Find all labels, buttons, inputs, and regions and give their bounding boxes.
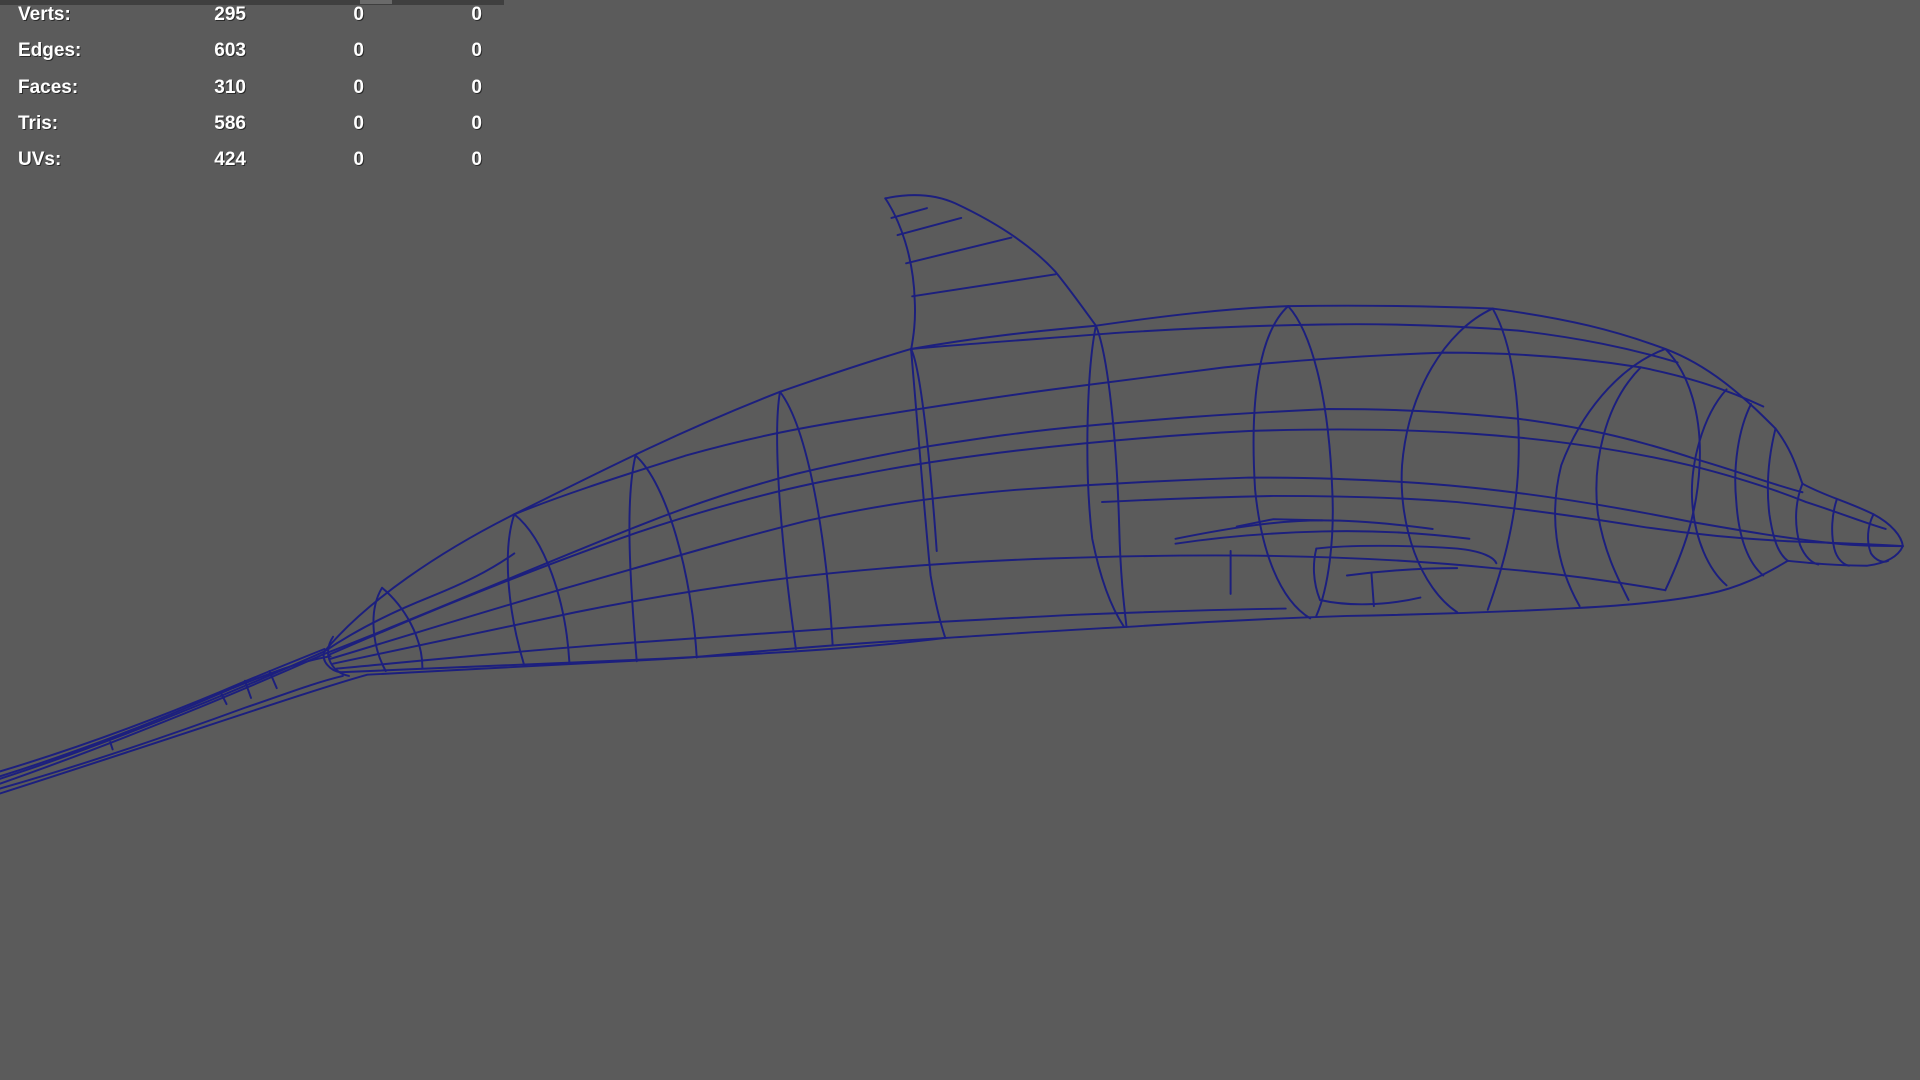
pectoral-fin-wireframe bbox=[1174, 518, 1498, 608]
dolphin-wireframe-mesh[interactable] bbox=[0, 0, 1920, 1080]
body-cross-section-rings bbox=[322, 305, 1890, 677]
3d-viewport[interactable]: Verts: 295 0 0 Edges: 603 0 0 Faces: 310… bbox=[0, 0, 1920, 1080]
dorsal-fin-wireframe bbox=[884, 194, 1097, 352]
